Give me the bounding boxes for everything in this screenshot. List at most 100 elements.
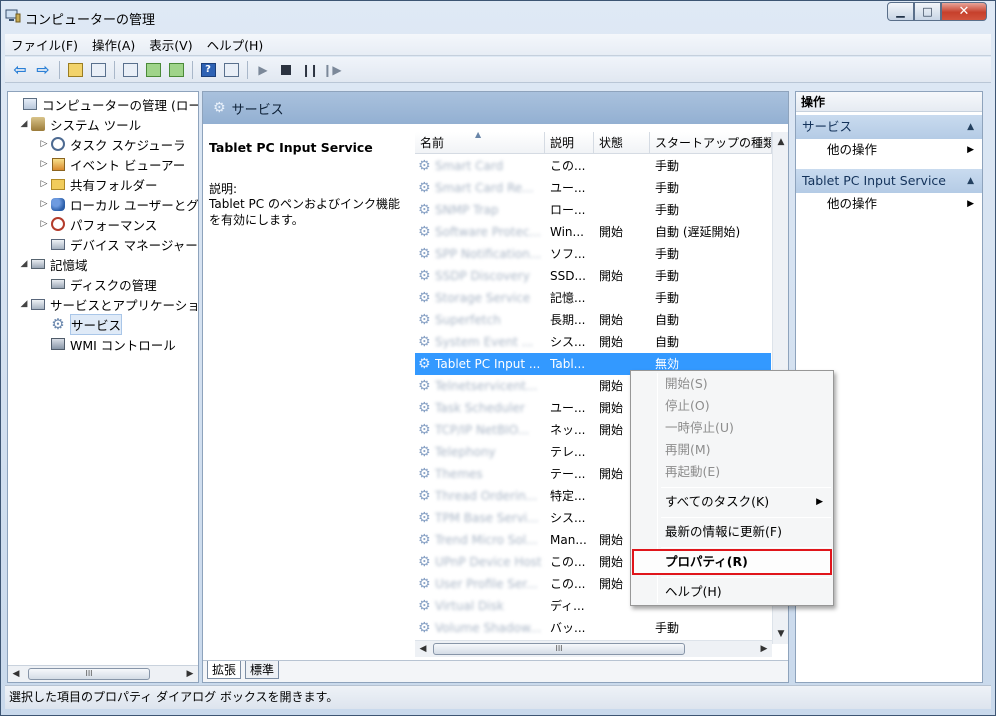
table-row[interactable]: ⚙ Smart Card この... 手動 xyxy=(415,155,771,177)
table-row[interactable]: ⚙ Volume Shadow... バッ... 手動 xyxy=(415,617,771,639)
forward-button[interactable]: ⇨ xyxy=(32,60,54,80)
table-row[interactable]: ⚙ SSDP Discovery SSD... 開始 手動 xyxy=(415,265,771,287)
extended-description-panel: Tablet PC Input Service 説明: Tablet PC のペ… xyxy=(203,124,413,654)
cell-description xyxy=(550,375,595,397)
more-actions-tablet-pc[interactable]: 他の操作 ▶ xyxy=(796,193,982,215)
expand-icon[interactable]: ▷ xyxy=(38,219,50,229)
menu-item-stop[interactable]: 停止(O) xyxy=(633,395,831,417)
tab-standard[interactable]: 標準 xyxy=(245,661,280,679)
expand-icon[interactable]: ▷ xyxy=(38,199,50,209)
scroll-left-icon[interactable]: ◀ xyxy=(415,641,431,657)
scroll-thumb[interactable]: III xyxy=(28,668,150,680)
stop-service-button[interactable] xyxy=(275,60,297,80)
column-header-name[interactable]: ▲ 名前 xyxy=(415,132,545,154)
menu-item-help[interactable]: ヘルプ(H) xyxy=(633,581,831,603)
tab-extended[interactable]: 拡張 xyxy=(207,661,242,679)
tree-item-storage[interactable]: ◢ 記憶域 xyxy=(18,254,88,274)
tree-item-disk-management[interactable]: ディスクの管理 xyxy=(38,274,157,294)
search-gear-icon: ⚙ xyxy=(213,100,226,116)
properties-toolbar-button[interactable] xyxy=(119,60,141,80)
minimize-button[interactable]: ▁ xyxy=(887,2,914,21)
table-row[interactable]: ⚙ Software Protec... Win... 開始 自動 (遅延開始) xyxy=(415,221,771,243)
scroll-left-icon[interactable]: ◀ xyxy=(8,666,24,682)
tree-item-wmi-control[interactable]: WMI コントロール xyxy=(38,334,176,354)
refresh-button[interactable] xyxy=(142,60,164,80)
pause-service-button[interactable]: ❙❙ xyxy=(298,60,320,80)
show-hide-tree-button[interactable] xyxy=(87,60,109,80)
table-row[interactable]: ⚙ Superfetch 長期... 開始 自動 xyxy=(415,309,771,331)
start-service-button[interactable]: ▶ xyxy=(252,60,274,80)
menu-action[interactable]: 操作(A) xyxy=(92,35,135,54)
tree-horizontal-scrollbar[interactable]: ◀ III ▶ xyxy=(8,665,198,682)
menu-item-properties[interactable]: プロパティ(R) xyxy=(632,549,832,575)
close-button[interactable]: ✕ xyxy=(941,2,987,21)
expand-icon[interactable]: ▷ xyxy=(38,139,50,149)
cell-description: Tabl... xyxy=(550,357,586,371)
toolbar-separator xyxy=(192,60,193,79)
show-action-pane-button[interactable] xyxy=(220,60,242,80)
export-icon xyxy=(168,62,184,77)
menu-item-all-tasks[interactable]: すべてのタスク(K) ▶ xyxy=(633,491,831,513)
console-tree-icon xyxy=(90,62,106,77)
cell-name: SPP Notification... xyxy=(435,247,542,261)
tree-item-task-scheduler[interactable]: ▷ タスク スケジューラ xyxy=(38,134,186,154)
section-label: Tablet PC Input Service xyxy=(802,173,946,188)
cell-description: 記憶... xyxy=(550,291,586,305)
collapse-caret-icon[interactable]: ▲ xyxy=(967,169,974,193)
export-list-button[interactable] xyxy=(165,60,187,80)
more-actions-services[interactable]: 他の操作 ▶ xyxy=(796,139,982,161)
menu-item-refresh[interactable]: 最新の情報に更新(F) xyxy=(633,521,831,543)
performance-icon xyxy=(50,216,66,232)
up-level-button[interactable] xyxy=(64,60,86,80)
collapse-icon[interactable]: ◢ xyxy=(18,299,30,309)
table-row[interactable]: ⚙ SPP Notification... ソフ... 手動 xyxy=(415,243,771,265)
menu-item-restart[interactable]: 再起動(E) xyxy=(633,461,831,483)
column-header-status[interactable]: 状態 xyxy=(594,132,650,154)
restart-service-button[interactable]: ❙▶ xyxy=(321,60,343,80)
collapse-icon[interactable]: ◢ xyxy=(18,259,30,269)
tree-item-services[interactable]: ⚙ サービス xyxy=(38,313,123,335)
collapse-icon[interactable]: ◢ xyxy=(18,119,30,129)
expand-icon[interactable]: ▷ xyxy=(38,179,50,189)
menu-item-resume[interactable]: 再開(M) xyxy=(633,439,831,461)
column-header-description[interactable]: 説明 xyxy=(545,132,594,154)
table-row[interactable]: ⚙ Smart Card Re... ユー... 手動 xyxy=(415,177,771,199)
menu-view[interactable]: 表示(V) xyxy=(149,35,192,54)
column-label: 名前 xyxy=(420,136,445,150)
cell-startup-type: 手動 xyxy=(655,159,680,173)
maximize-button[interactable]: □ xyxy=(914,2,941,21)
tree-item-device-manager[interactable]: デバイス マネージャー xyxy=(38,234,198,254)
collapse-caret-icon[interactable]: ▲ xyxy=(967,115,974,139)
menu-item-start[interactable]: 開始(S) xyxy=(633,373,831,395)
help-button[interactable]: ? xyxy=(197,60,219,80)
tree-item-services-and-apps[interactable]: ◢ サービスとアプリケーション xyxy=(18,294,198,314)
scroll-right-icon[interactable]: ▶ xyxy=(182,666,198,682)
tree-item-system-tools[interactable]: ◢ システム ツール xyxy=(18,114,141,134)
cell-startup-type: 手動 xyxy=(655,291,680,305)
cell-name: TPM Base Servi... xyxy=(435,511,539,525)
scroll-right-icon[interactable]: ▶ xyxy=(756,641,772,657)
scroll-thumb[interactable]: III xyxy=(433,643,685,655)
menu-item-pause[interactable]: 一時停止(U) xyxy=(633,417,831,439)
back-button[interactable]: ⇦ xyxy=(9,60,31,80)
scroll-up-icon[interactable]: ▲ xyxy=(773,134,788,150)
tree-item-shared-folders[interactable]: ▷ 共有フォルダー xyxy=(38,174,158,194)
table-row[interactable]: ⚙ System Event ... シス... 開始 自動 xyxy=(415,331,771,353)
expand-icon[interactable]: ▷ xyxy=(38,159,50,169)
description-text: Tablet PC のペンおよびインク機能を有効にします。 xyxy=(209,197,400,227)
scroll-down-icon[interactable]: ▼ xyxy=(773,626,788,642)
title-bar[interactable]: コンピューターの管理 ▁ □ ✕ xyxy=(1,1,995,33)
menu-help[interactable]: ヘルプ(H) xyxy=(207,35,264,54)
table-row[interactable]: ⚙ Storage Service 記憶... 手動 xyxy=(415,287,771,309)
column-header-startup-type[interactable]: スタートアップの種類 xyxy=(650,132,772,154)
table-row[interactable]: ⚙ SNMP Trap ロー... 手動 xyxy=(415,199,771,221)
cell-name: Smart Card xyxy=(435,159,504,173)
menu-file[interactable]: ファイル(F) xyxy=(11,35,78,54)
tree-item-performance[interactable]: ▷ パフォーマンス xyxy=(38,214,157,234)
list-horizontal-scrollbar[interactable]: ◀ III ▶ xyxy=(415,640,772,657)
actions-section-services[interactable]: サービス ▲ xyxy=(796,115,982,139)
tree-item-local-users[interactable]: ▷ ローカル ユーザーとグループ xyxy=(38,194,198,214)
tree-item-computer-management[interactable]: コンピューターの管理 (ローカル) xyxy=(10,94,198,114)
actions-section-tablet-pc[interactable]: Tablet PC Input Service ▲ xyxy=(796,169,982,193)
tree-item-event-viewer[interactable]: ▷ イベント ビューアー xyxy=(38,154,185,174)
